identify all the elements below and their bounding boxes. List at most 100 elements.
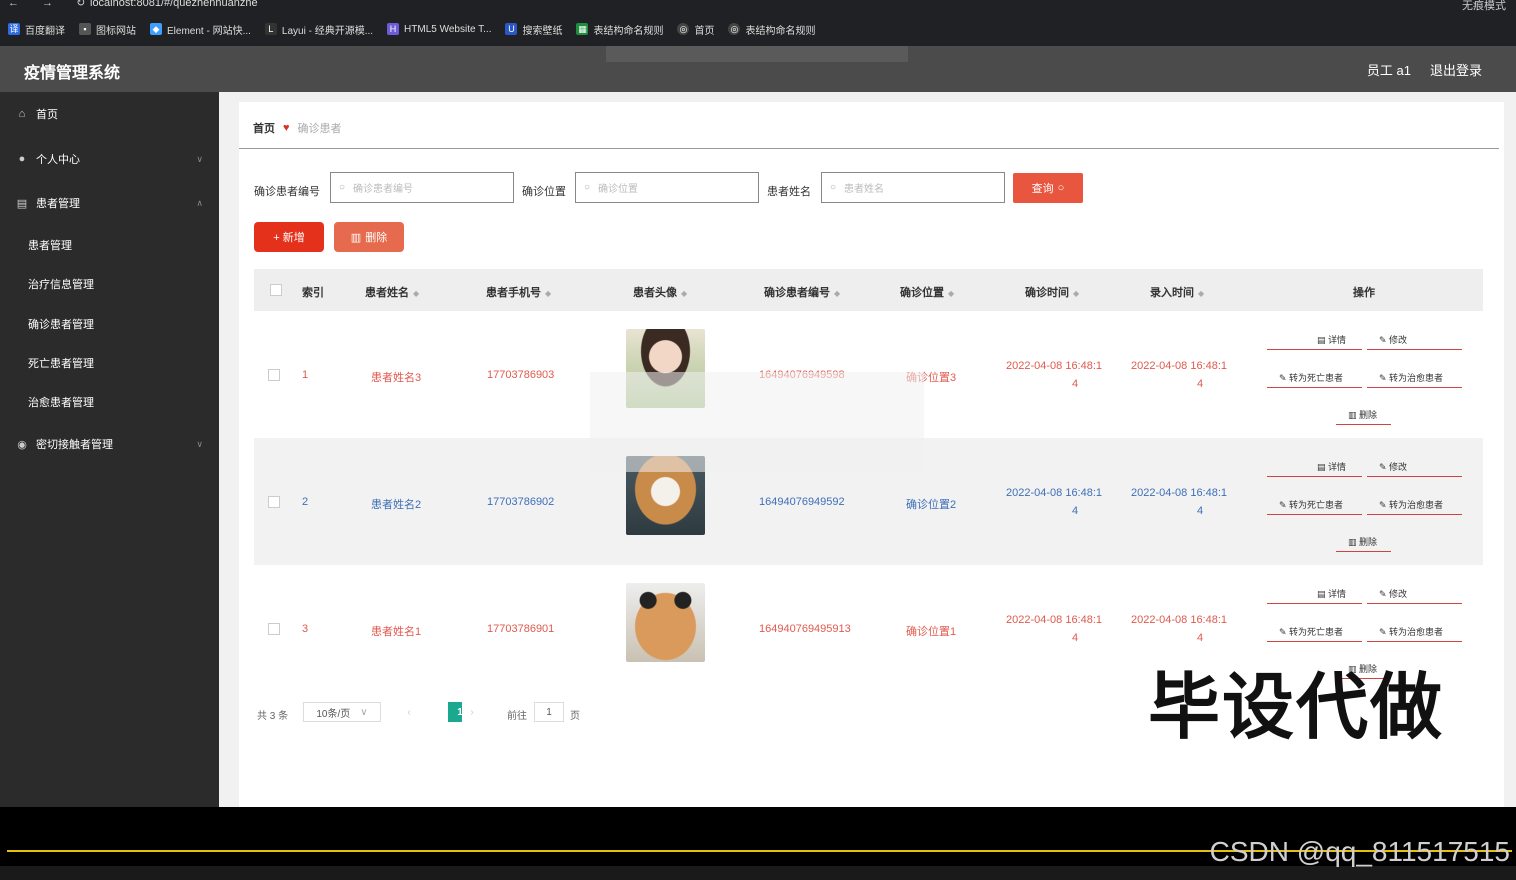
to-dead-button[interactable]: ✎ 转为死亡患者 bbox=[1279, 498, 1343, 511]
cell-diag-time: 2022-04-08 16:48:1 bbox=[1006, 360, 1103, 372]
bookmark-item[interactable]: ◎ 表结构命名规则 bbox=[728, 22, 815, 37]
to-dead-button[interactable]: ✎ 转为死亡患者 bbox=[1279, 371, 1343, 384]
table-header: 索引 患者姓名 ◆ 患者手机号 ◆ 患者头像 ◆ 确诊患者编号 ◆ 确诊位置 ◆ 确诊时间… bbox=[254, 269, 1483, 311]
sidebar-subitem-treatment[interactable]: 治疗信息管理 bbox=[28, 276, 94, 292]
divider bbox=[1336, 424, 1391, 425]
bookmarks-bar: 译百度翻译 ▪ 图标网站 ◆ Element - 网站快... L Layui - 经… bbox=[0, 12, 1516, 46]
sort-icon: ◆ bbox=[948, 289, 955, 298]
cell-diag-time: 2022-04-08 16:48:1 bbox=[1006, 614, 1103, 626]
logout-button[interactable]: 退出登录 bbox=[1430, 60, 1482, 79]
edit-button[interactable]: ✎ 修改 bbox=[1379, 460, 1407, 473]
cell-diag-time-tail: 4 bbox=[1072, 378, 1079, 390]
bookmark-item[interactable]: ▪ 图标网站 bbox=[79, 22, 136, 37]
app-title: 疫情管理系统 bbox=[24, 65, 121, 82]
to-cured-button[interactable]: ✎ 转为治愈患者 bbox=[1379, 625, 1443, 638]
search-label-name: 患者姓名 bbox=[767, 186, 811, 198]
divider bbox=[1367, 387, 1462, 388]
goto-page-input[interactable]: 1 bbox=[534, 702, 564, 722]
pencil-icon: ✎ bbox=[1379, 589, 1390, 599]
row-checkbox[interactable] bbox=[268, 369, 280, 381]
edit-button[interactable]: ✎ 修改 bbox=[1379, 333, 1407, 346]
divider bbox=[1267, 476, 1362, 477]
cell-entry-time: 2022-04-08 16:48:1 bbox=[1131, 614, 1228, 626]
sidebar-subitem-confirmed[interactable]: 确诊患者管理 bbox=[28, 316, 94, 332]
to-cured-button[interactable]: ✎ 转为治愈患者 bbox=[1379, 498, 1443, 511]
column-header-name[interactable]: 患者姓名 ◆ bbox=[365, 284, 419, 300]
to-dead-button[interactable]: ✎ 转为死亡患者 bbox=[1279, 625, 1343, 638]
detail-button[interactable]: ▤ 详情 bbox=[1317, 587, 1346, 600]
csdn-watermark: CSDN @qq_811517515 bbox=[1209, 836, 1510, 867]
home-icon: ⌂ bbox=[18, 108, 26, 120]
address-bar[interactable]: localhost:8081/#/quezhenhuanzhe bbox=[90, 0, 258, 9]
detail-button[interactable]: ▤ 详情 bbox=[1317, 333, 1346, 346]
browser-nav-icons[interactable]: ← → ↻ bbox=[8, 0, 95, 9]
bookmark-item[interactable]: ▦ 表结构命名规则 bbox=[576, 22, 663, 37]
search-input-code[interactable]: ○ 确诊患者编号 bbox=[330, 172, 514, 203]
chevron-down-icon: ∨ bbox=[360, 706, 368, 718]
search-input-location[interactable]: ○ 确诊位置 bbox=[575, 172, 759, 203]
fading-dialog bbox=[590, 372, 924, 472]
cell-entry-time-tail: 4 bbox=[1197, 505, 1204, 517]
patient-avatar[interactable] bbox=[626, 583, 705, 662]
row-delete-button[interactable]: ▥ 删除 bbox=[1348, 408, 1377, 421]
bookmark-item[interactable]: L Layui - 经典开源模... bbox=[264, 22, 373, 37]
delete-button[interactable]: ▥ 删除 bbox=[334, 222, 404, 252]
cell-index: 1 bbox=[302, 369, 309, 381]
sidebar-subitem-dead[interactable]: 死亡患者管理 bbox=[28, 355, 94, 371]
column-header-location[interactable]: 确诊位置 ◆ bbox=[900, 284, 954, 300]
to-cured-button[interactable]: ✎ 转为治愈患者 bbox=[1379, 371, 1443, 384]
pencil-icon: ✎ bbox=[1379, 627, 1390, 637]
row-checkbox[interactable] bbox=[268, 496, 280, 508]
sidebar-subitem-cured[interactable]: 治愈患者管理 bbox=[28, 394, 94, 410]
column-header-entry-time[interactable]: 录入时间 ◆ bbox=[1150, 284, 1204, 300]
next-page-button[interactable]: › bbox=[462, 702, 482, 722]
pagination-total: 共 3 条 bbox=[257, 711, 289, 722]
divider bbox=[1367, 641, 1462, 642]
location-icon: ◉ bbox=[17, 438, 27, 451]
search-label-code: 确诊患者编号 bbox=[254, 186, 320, 198]
prev-page-button[interactable]: ‹ bbox=[399, 702, 419, 722]
pencil-icon: ✎ bbox=[1379, 500, 1390, 510]
trash-icon: ▥ bbox=[1348, 410, 1360, 420]
sidebar-item-home[interactable]: ⌂ 首页 bbox=[0, 104, 219, 124]
translate-icon: 译 bbox=[8, 23, 20, 35]
sidebar-subitem-patient-mgmt[interactable]: 患者管理 bbox=[28, 237, 72, 253]
query-button[interactable]: 查询 ○ bbox=[1013, 173, 1083, 203]
pencil-icon: ✎ bbox=[1279, 500, 1290, 510]
column-header-diag-time[interactable]: 确诊时间 ◆ bbox=[1025, 284, 1079, 300]
layui-icon: L bbox=[264, 23, 277, 35]
column-header-phone[interactable]: 患者手机号 ◆ bbox=[486, 284, 551, 300]
html5-icon: H bbox=[387, 23, 400, 35]
search-icon: ○ bbox=[339, 182, 346, 193]
globe-icon: ◎ bbox=[728, 23, 741, 35]
page-size-select[interactable]: 10条/页 ∨ bbox=[303, 702, 381, 722]
divider bbox=[1267, 514, 1362, 515]
detail-button[interactable]: ▤ 详情 bbox=[1317, 460, 1346, 473]
row-checkbox[interactable] bbox=[268, 623, 280, 635]
sidebar-item-patients[interactable]: ▤ 患者管理 ∧ bbox=[0, 193, 219, 213]
bookmark-item[interactable]: H HTML5 Website T... bbox=[387, 23, 491, 35]
column-header-code[interactable]: 确诊患者编号 ◆ bbox=[764, 284, 840, 300]
sort-icon: ◆ bbox=[1073, 289, 1080, 298]
breadcrumb-home[interactable]: 首页 bbox=[253, 120, 275, 136]
select-all-checkbox[interactable] bbox=[270, 284, 282, 296]
search-icon: ○ bbox=[830, 182, 837, 193]
sidebar-item-profile[interactable]: ● 个人中心 ∨ bbox=[0, 149, 219, 169]
bookmark-item[interactable]: ◎ 首页 bbox=[677, 22, 714, 37]
bookmark-item[interactable]: U 搜索壁纸 bbox=[505, 22, 562, 37]
sidebar-item-contacts[interactable]: ◉ 密切接触者管理 ∨ bbox=[0, 434, 219, 454]
document-icon: ▤ bbox=[1317, 335, 1329, 345]
divider bbox=[1267, 387, 1362, 388]
add-button[interactable]: + 新增 bbox=[254, 222, 324, 252]
column-header-avatar[interactable]: 患者头像 ◆ bbox=[633, 284, 687, 300]
cell-diag-time: 2022-04-08 16:48:1 bbox=[1006, 487, 1103, 499]
cell-phone: 17703786903 bbox=[487, 369, 555, 381]
edit-button[interactable]: ✎ 修改 bbox=[1379, 587, 1407, 600]
search-input-name[interactable]: ○ 患者姓名 bbox=[821, 172, 1005, 203]
document-icon: ▤ bbox=[1317, 462, 1329, 472]
column-header-actions: 操作 bbox=[1353, 287, 1375, 299]
watermark-text: 毕设代做 bbox=[1148, 668, 1445, 748]
row-delete-button[interactable]: ▥ 删除 bbox=[1348, 535, 1377, 548]
bookmark-item[interactable]: ◆ Element - 网站快... bbox=[150, 22, 251, 37]
bookmark-item[interactable]: 译百度翻译 bbox=[8, 22, 65, 37]
